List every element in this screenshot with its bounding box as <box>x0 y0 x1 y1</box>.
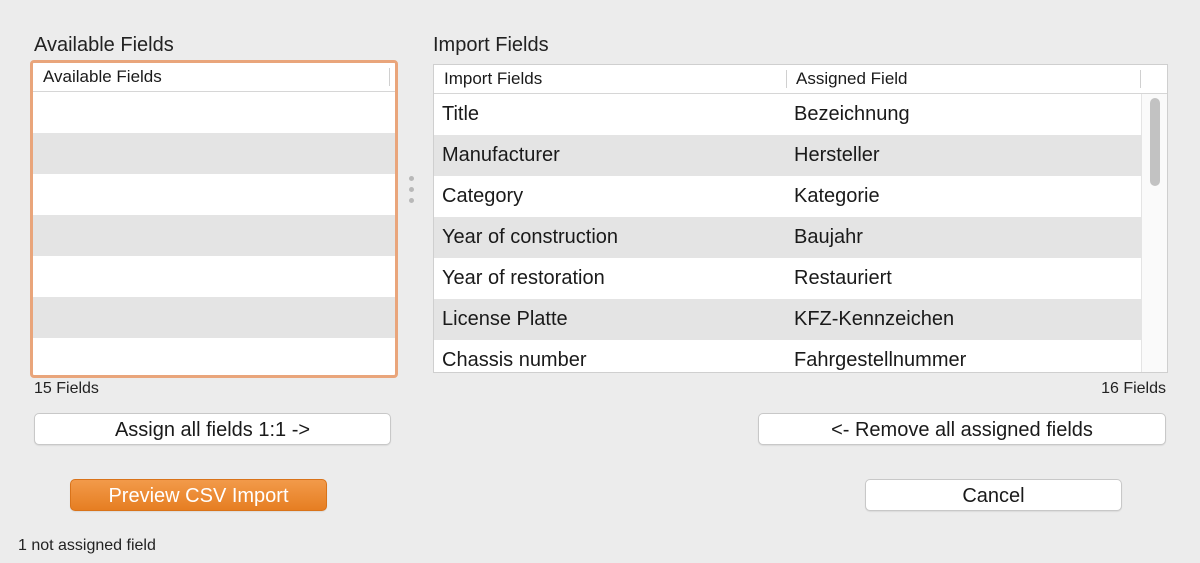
import-fields-count: 16 Fields <box>1101 380 1166 397</box>
available-fields-count: 15 Fields <box>34 380 99 397</box>
assigned-field-cell: Restauriert <box>794 267 892 289</box>
table-row[interactable]: Category Kategorie <box>434 176 1141 217</box>
import-field-cell: Year of construction <box>442 226 619 248</box>
list-item[interactable] <box>33 92 395 133</box>
import-field-cell: Manufacturer <box>442 144 560 166</box>
table-row[interactable]: Chassis number Fahrgestellnummer <box>434 340 1141 372</box>
table-row[interactable]: Year of construction Baujahr <box>434 217 1141 258</box>
table-row[interactable]: License Platte KFZ-Kennzeichen <box>434 299 1141 340</box>
vertical-scrollbar[interactable] <box>1141 94 1167 372</box>
assigned-field-cell: Fahrgestellnummer <box>794 349 967 371</box>
assigned-field-cell: Bezeichnung <box>794 103 910 125</box>
splitter-dot <box>409 187 414 192</box>
import-field-cell: Title <box>442 103 480 125</box>
available-fields-list[interactable]: Available Fields <box>30 60 398 378</box>
column-separator[interactable] <box>786 70 787 88</box>
preview-csv-import-button[interactable]: Preview CSV Import <box>70 479 327 511</box>
assigned-field-cell: Kategorie <box>794 185 880 207</box>
splitter-dot <box>409 198 414 203</box>
cancel-button[interactable]: Cancel <box>865 479 1122 511</box>
splitter-dot <box>409 176 414 181</box>
list-item[interactable] <box>33 215 395 256</box>
table-row[interactable]: Year of restoration Restauriert <box>434 258 1141 299</box>
list-item[interactable] <box>33 174 395 215</box>
import-fields-title: Import Fields <box>433 34 549 56</box>
assigned-field-column-header[interactable]: Assigned Field <box>796 65 908 93</box>
column-separator[interactable] <box>1140 70 1141 88</box>
import-field-cell: Year of restoration <box>442 267 605 289</box>
column-separator <box>389 68 390 86</box>
status-text: 1 not assigned field <box>18 537 156 554</box>
import-field-cell: Category <box>442 185 524 207</box>
list-item[interactable] <box>33 133 395 174</box>
table-row[interactable]: Title Bezeichnung <box>434 94 1141 135</box>
list-item[interactable] <box>33 256 395 297</box>
available-fields-column-header[interactable]: Available Fields <box>43 63 162 91</box>
split-view-handle-icon[interactable] <box>409 176 415 210</box>
remove-all-assigned-button[interactable]: <- Remove all assigned fields <box>758 413 1166 445</box>
available-fields-title: Available Fields <box>34 34 174 56</box>
list-item[interactable] <box>33 297 395 338</box>
import-field-cell: Chassis number <box>442 349 587 371</box>
import-fields-column-header[interactable]: Import Fields <box>444 65 542 93</box>
import-field-cell: License Platte <box>442 308 568 330</box>
import-fields-table[interactable]: Import Fields Assigned Field Title Bezei… <box>433 64 1168 373</box>
assigned-field-cell: Hersteller <box>794 144 880 166</box>
assigned-field-cell: Baujahr <box>794 226 863 248</box>
scrollbar-thumb[interactable] <box>1150 98 1160 186</box>
assigned-field-cell: KFZ-Kennzeichen <box>794 308 955 330</box>
table-row[interactable]: Manufacturer Hersteller <box>434 135 1141 176</box>
import-fields-header: Import Fields Assigned Field <box>434 65 1167 94</box>
available-fields-header: Available Fields <box>33 63 395 92</box>
assign-all-button[interactable]: Assign all fields 1:1 -> <box>34 413 391 445</box>
